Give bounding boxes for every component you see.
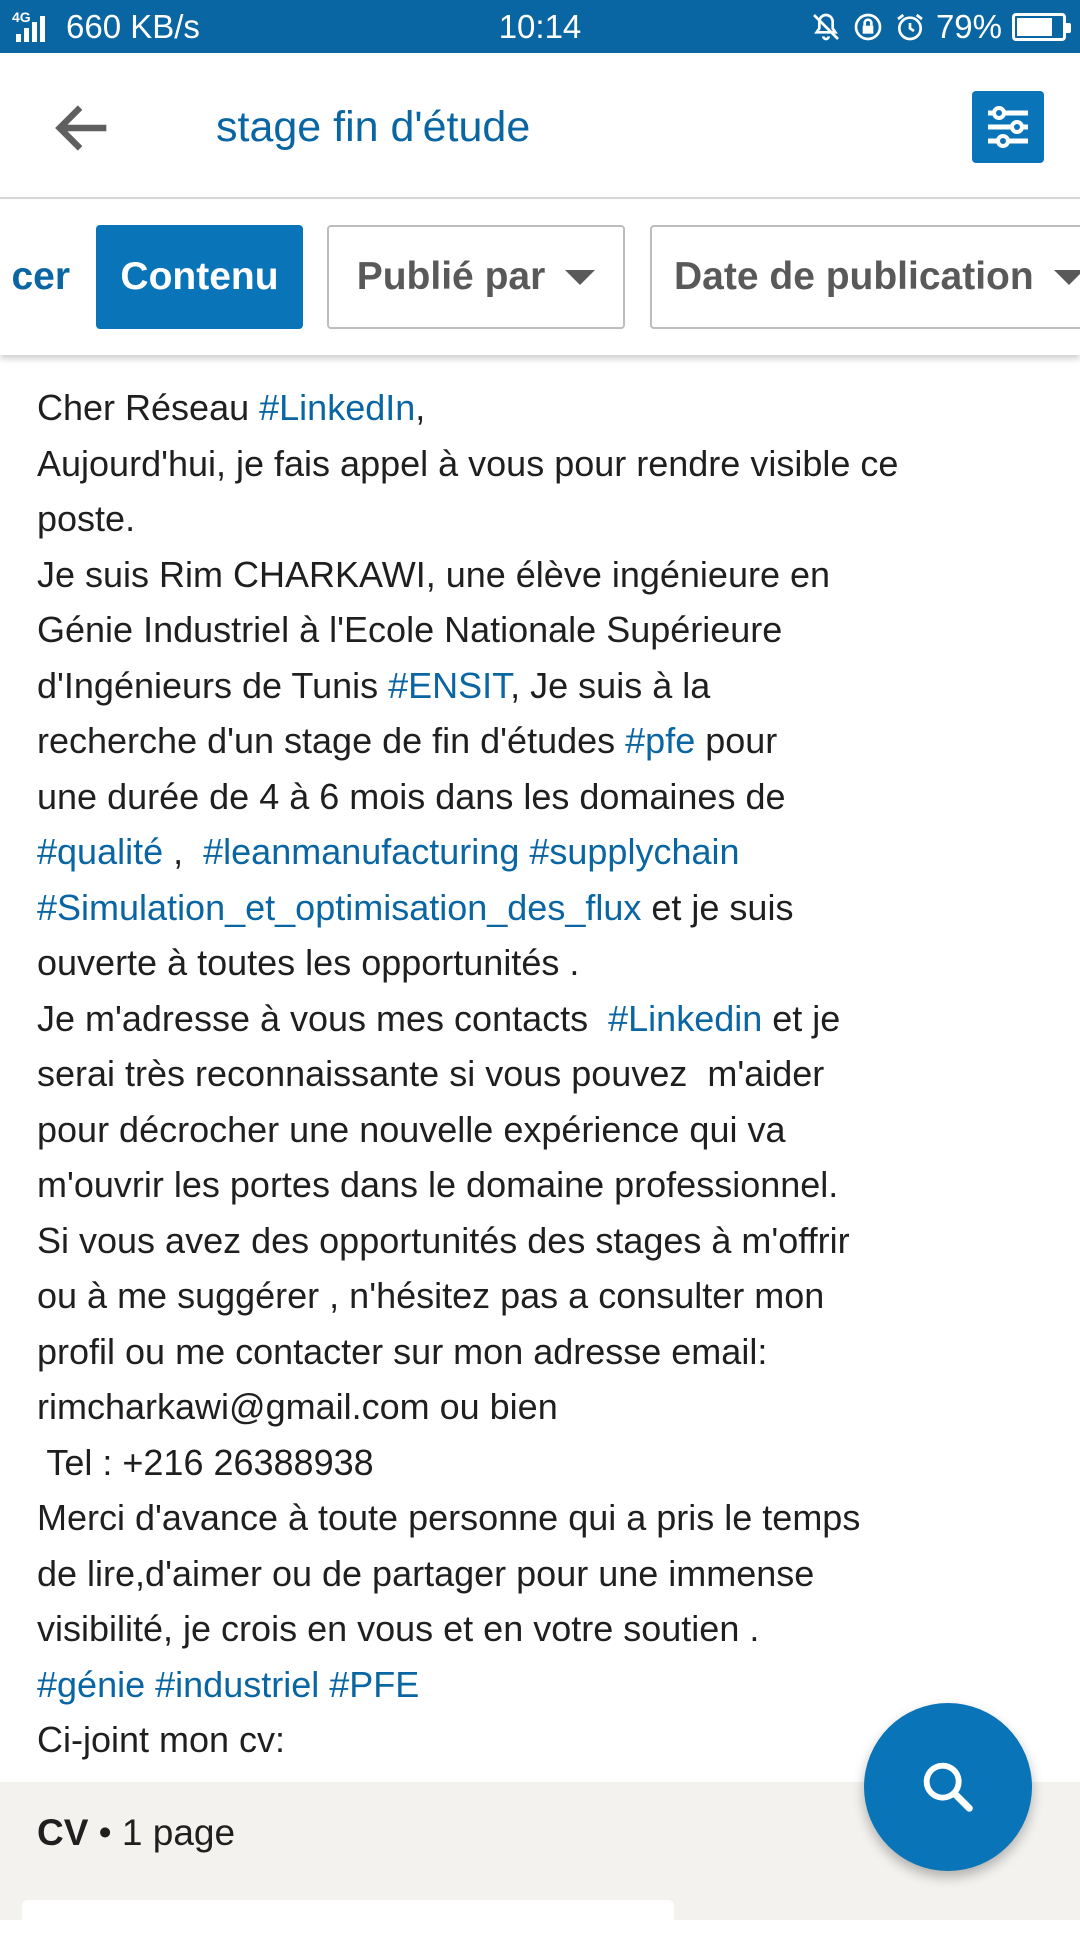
hashtag-link[interactable]: #qualité bbox=[37, 831, 163, 872]
post-text-segment: et je bbox=[762, 997, 841, 1039]
post-line: une durée de 4 à 6 mois dans les domaine… bbox=[37, 769, 1047, 825]
post-text-segment: , bbox=[415, 387, 426, 428]
hashtag-link[interactable]: #industriel bbox=[155, 1664, 319, 1705]
attachment-label: CV • 1 page bbox=[37, 1812, 235, 1854]
hashtag-link[interactable]: #Linkedin bbox=[608, 998, 762, 1039]
post-line: Génie Industriel à l'Ecole Nationale Sup… bbox=[37, 602, 1047, 658]
battery-icon bbox=[1012, 13, 1071, 41]
post-text-segment: serai très reconnaissante si vous pouvez… bbox=[37, 1053, 825, 1094]
hashtag-link[interactable]: #pfe bbox=[625, 720, 695, 761]
post-line: de lire,d'aimer ou de partager pour une … bbox=[37, 1546, 1047, 1602]
post-line: visibilité, je crois en vous et en votre… bbox=[37, 1601, 1047, 1657]
post-text-segment: ouverte à toutes les opportunités . bbox=[37, 942, 580, 983]
post-text-segment: Merci d'avance à toute personne qui a pr… bbox=[37, 1497, 861, 1538]
hashtag-link[interactable]: #supplychain bbox=[529, 831, 739, 872]
post-line: Aujourd'hui, je fais appel à vous pour r… bbox=[37, 436, 1047, 492]
alarm-icon bbox=[897, 13, 923, 41]
hashtag-link[interactable]: #génie bbox=[37, 1664, 145, 1705]
post-line: d'Ingénieurs de Tunis #ENSIT, Je suis à … bbox=[37, 658, 1047, 714]
hashtag-link[interactable]: #leanmanufacturing bbox=[203, 831, 519, 872]
post-line: #Simulation_et_optimisation_des_flux et … bbox=[37, 880, 1047, 936]
post-text-segment: pour bbox=[695, 720, 778, 761]
hashtag-link[interactable]: #ENSIT bbox=[388, 665, 510, 706]
post-text-segment: profil ou me contacter sur mon adresse e… bbox=[37, 1330, 768, 1372]
search-icon bbox=[923, 1762, 973, 1812]
search-query[interactable]: stage fin d'étude bbox=[216, 103, 530, 152]
post-line: Tel : +216 26388938 bbox=[37, 1435, 1047, 1491]
post-text-segment: pour décrocher une nouvelle expérience q… bbox=[37, 1108, 786, 1150]
post-line: serai très reconnaissante si vous pouvez… bbox=[37, 1046, 1047, 1102]
caret-down-icon bbox=[1053, 269, 1080, 285]
post-text-segment: Tel : +216 26388938 bbox=[37, 1441, 374, 1483]
post-text-segment bbox=[145, 1664, 155, 1705]
chip-publie-par[interactable]: Publié par bbox=[327, 225, 625, 329]
arrow-left-icon[interactable] bbox=[48, 93, 118, 163]
post-text-segment: Je suis Rim CHARKAWI, une élève ingénieu… bbox=[37, 553, 831, 595]
post-text-segment: rimcharkawi@gmail.com ou bien bbox=[37, 1386, 558, 1427]
post-text-segment: visibilité, je crois en vous et en votre… bbox=[37, 1608, 760, 1649]
post-text-segment: Je m'adresse à vous mes contacts bbox=[37, 997, 609, 1039]
battery-fill bbox=[1017, 18, 1052, 36]
hashtag-link[interactable]: #Simulation_et_optimisation_des_flux bbox=[37, 887, 641, 928]
post-text-segment: , Je suis à la bbox=[510, 664, 711, 706]
post-text-segment: Cher Réseau bbox=[37, 387, 260, 428]
post-text-segment: de lire,d'aimer ou de partager pour une … bbox=[37, 1552, 815, 1594]
attachment-name: CV bbox=[37, 1812, 89, 1853]
filter-button[interactable] bbox=[972, 91, 1044, 163]
post-text-segment: ou à me suggérer , n'hésitez pas a consu… bbox=[37, 1275, 825, 1316]
battery-percent: 79% bbox=[935, 8, 1002, 45]
chip-contenu[interactable]: Contenu bbox=[96, 225, 303, 329]
post-line: ouverte à toutes les opportunités . bbox=[37, 935, 1047, 991]
post-text-segment: recherche d'un stage de fin d'études bbox=[37, 720, 626, 761]
rotation-lock-icon bbox=[854, 13, 882, 41]
search-header: stage fin d'étude bbox=[0, 53, 1080, 199]
attachment-pages: 1 page bbox=[121, 1812, 236, 1853]
status-right: 79% bbox=[810, 8, 1071, 46]
post-line: #qualité , #leanmanufacturing #supplycha… bbox=[37, 824, 1047, 880]
post-text-segment: Aujourd'hui, je fais appel à vous pour r… bbox=[37, 442, 899, 484]
post-text-segment: Ci-joint mon cv: bbox=[37, 1719, 286, 1760]
post-text-segment: Génie Industriel à l'Ecole Nationale Sup… bbox=[37, 609, 783, 650]
post-line: rimcharkawi@gmail.com ou bien bbox=[37, 1379, 1047, 1435]
post-line: Je m'adresse à vous mes contacts #Linked… bbox=[37, 991, 1047, 1047]
post-text-segment: et je suis bbox=[641, 886, 794, 928]
post-line: Si vous avez des opportunités des stages… bbox=[37, 1213, 1047, 1269]
post-line: profil ou me contacter sur mon adresse e… bbox=[37, 1324, 1047, 1380]
post-text-segment: une durée de 4 à 6 mois dans les domaine… bbox=[37, 775, 786, 817]
post-text-segment bbox=[519, 831, 529, 872]
attachment-separator: • bbox=[88, 1812, 122, 1853]
filter-chips: cer Contenu Publié par Date de publicati… bbox=[0, 200, 1080, 355]
chip-publie-par-label: Publié par bbox=[356, 255, 546, 298]
post-line: recherche d'un stage de fin d'études #pf… bbox=[37, 713, 1047, 769]
hashtag-link[interactable]: #PFE bbox=[329, 1664, 419, 1705]
bell-off-icon bbox=[812, 13, 839, 41]
post-text-segment bbox=[319, 1664, 329, 1705]
post-line: pour décrocher une nouvelle expérience q… bbox=[37, 1102, 1047, 1158]
post-line: #génie #industriel #PFE bbox=[37, 1657, 1047, 1713]
post-text-segment: poste. bbox=[37, 498, 136, 539]
status-bar: 4G 660 KB/s 10:14 79% bbox=[0, 0, 1080, 53]
sliders-icon bbox=[988, 106, 1028, 148]
post-text: Cher Réseau #LinkedIn, Aujourd'hui, je fa… bbox=[37, 380, 1047, 1768]
post-text-segment: m'ouvrir les portes dans le domaine prof… bbox=[37, 1164, 839, 1205]
post-line: ou à me suggérer , n'hésitez pas a consu… bbox=[37, 1268, 1047, 1324]
search-fab[interactable] bbox=[864, 1703, 1032, 1871]
post-line: m'ouvrir les portes dans le domaine prof… bbox=[37, 1157, 1047, 1213]
post-text-segment: , bbox=[163, 831, 204, 872]
post-text-segment: d'Ingénieurs de Tunis bbox=[37, 664, 389, 706]
post-line: poste. bbox=[37, 491, 1047, 547]
post-text-segment: Si vous avez des opportunités des stages… bbox=[37, 1219, 850, 1261]
post-line: Merci d'avance à toute personne qui a pr… bbox=[37, 1490, 1047, 1546]
attachment-preview[interactable] bbox=[22, 1900, 674, 1940]
chip-partial[interactable]: cer bbox=[0, 225, 70, 329]
caret-down-icon bbox=[565, 269, 596, 285]
chip-date-label: Date de publication bbox=[674, 255, 1034, 298]
chip-date-publication[interactable]: Date de publication bbox=[650, 225, 1080, 329]
post-line: Cher Réseau #LinkedIn, bbox=[37, 380, 1047, 436]
post-line: Je suis Rim CHARKAWI, une élève ingénieu… bbox=[37, 547, 1047, 603]
hashtag-link[interactable]: #LinkedIn bbox=[259, 387, 415, 428]
